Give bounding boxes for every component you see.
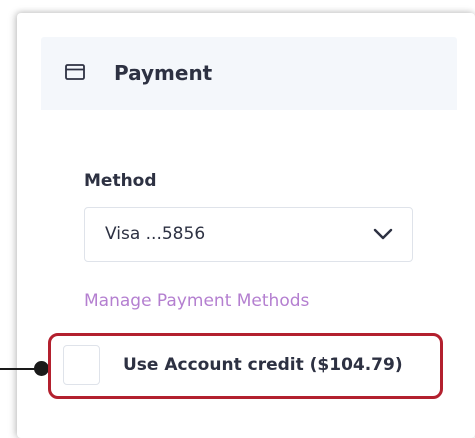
method-label: Method — [84, 171, 157, 191]
payment-method-select[interactable]: Visa ...5856 — [84, 207, 413, 262]
payment-header — [41, 37, 457, 110]
manage-payment-methods-link[interactable]: Manage Payment Methods — [84, 290, 309, 312]
use-account-credit-label: Use Account credit ($104.79) — [123, 355, 403, 375]
payment-method-value: Visa ...5856 — [105, 224, 206, 244]
use-account-credit-checkbox[interactable] — [63, 345, 100, 385]
callout-dot — [34, 361, 49, 376]
credit-card-icon — [65, 64, 85, 80]
chevron-down-icon — [373, 228, 393, 240]
payment-title: Payment — [114, 61, 213, 85]
